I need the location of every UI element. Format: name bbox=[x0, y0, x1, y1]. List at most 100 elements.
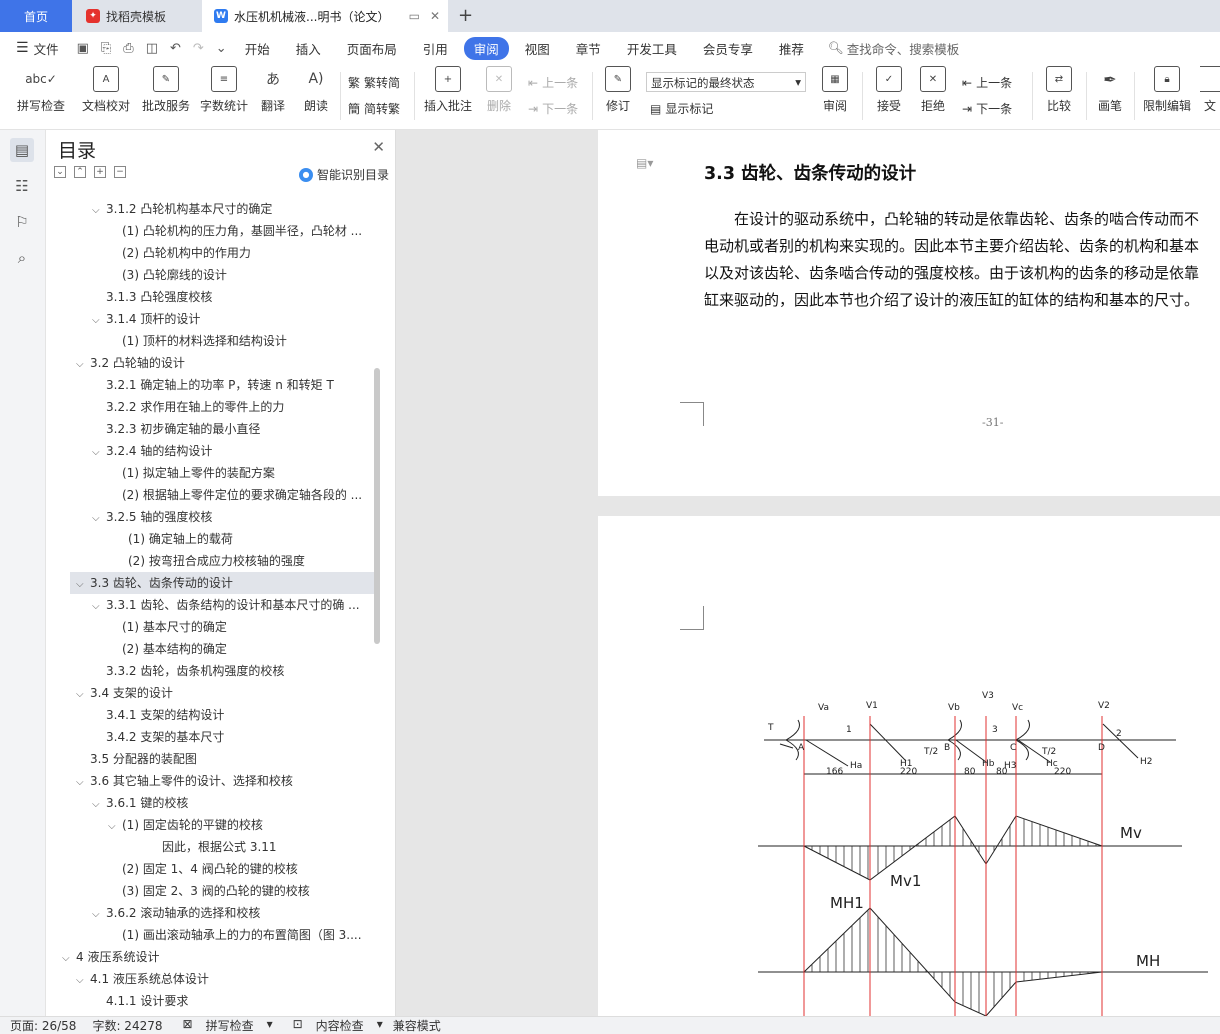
menu-member[interactable]: 会员专享 bbox=[703, 39, 753, 58]
bookmark-icon[interactable]: ⚐ bbox=[10, 210, 34, 234]
translate-button[interactable]: あ 翻译 bbox=[256, 64, 290, 126]
menu-insert[interactable]: 插入 bbox=[296, 39, 321, 58]
toc-item[interactable]: 3.2.3 初步确定轴的最小直径 bbox=[46, 418, 374, 440]
toc-item[interactable]: (3) 凸轮廓线的设计 bbox=[46, 264, 374, 286]
page-indicator[interactable]: 页面: 26/58 bbox=[10, 1017, 76, 1034]
menu-view[interactable]: 视图 bbox=[525, 39, 550, 58]
toc-item[interactable]: (3) 固定 2、3 阀的凸轮的键的校核 bbox=[46, 880, 374, 902]
chevron-down-icon[interactable]: ⌵ bbox=[76, 684, 90, 704]
toc-nav-icon[interactable]: ▤ bbox=[10, 138, 34, 162]
toc-item[interactable]: ⌵ 3.1.4 顶杆的设计 bbox=[46, 308, 374, 330]
page-options-icon[interactable]: ▤▾ bbox=[636, 156, 653, 170]
print-icon[interactable]: ⎙ bbox=[123, 41, 133, 56]
toc-item[interactable]: (2) 固定 1、4 阀凸轮的键的校核 bbox=[46, 858, 374, 880]
section-nav-icon[interactable]: ☷ bbox=[10, 174, 34, 198]
toc-item[interactable]: (1) 画出滚动轴承上的力的布置简图（图 3.... bbox=[46, 924, 374, 946]
menu-references[interactable]: 引用 bbox=[423, 39, 448, 58]
markup-state-select[interactable]: 显示标记的最终状态 ▾ bbox=[646, 72, 806, 92]
toc-item[interactable]: ⌵ 3.1.2 凸轮机构基本尺寸的确定 bbox=[46, 198, 374, 220]
menu-review[interactable]: 审阅 bbox=[463, 36, 509, 60]
document-more-button[interactable]: 文 bbox=[1200, 64, 1220, 126]
toc-item[interactable]: 因此，根据公式 3.11 bbox=[46, 836, 374, 858]
toc-item[interactable]: (1) 确定轴上的载荷 bbox=[46, 528, 374, 550]
export-icon[interactable]: ⎘ bbox=[101, 41, 111, 56]
chevron-down-icon[interactable]: ⌵ bbox=[76, 354, 90, 374]
chevron-down-icon[interactable]: ⌵ bbox=[92, 596, 106, 616]
toc-item[interactable]: 3.1.3 凸轮强度校核 bbox=[46, 286, 374, 308]
toc-item[interactable]: ⌵ 4.1 液压系统总体设计 bbox=[46, 968, 374, 990]
tab-document[interactable]: W 水压机机械液...明书（论文） ▭ ✕ bbox=[202, 0, 448, 32]
toc-item[interactable]: 3.3.2 齿轮，齿条机构强度的校核 bbox=[46, 660, 374, 682]
chevron-down-icon[interactable]: ⌵ bbox=[92, 904, 106, 924]
toc-item[interactable]: ⌵ 3.3 齿轮、齿条传动的设计 bbox=[70, 572, 374, 594]
toc-item[interactable]: (2) 基本结构的确定 bbox=[46, 638, 374, 660]
chevron-down-icon[interactable]: ⌵ bbox=[76, 574, 90, 594]
toc-item[interactable]: ⌵ 3.2.5 轴的强度校核 bbox=[46, 506, 374, 528]
doccheck-button[interactable]: A 文档校对 bbox=[80, 64, 132, 126]
toc-item[interactable]: (1) 凸轮机构的压力角，基圆半径，凸轮材 ... bbox=[46, 220, 374, 242]
restrict-edit-button[interactable]: 🔒︎ 限制编辑 bbox=[1140, 64, 1194, 126]
simp-to-trad-button[interactable]: 簡简转繁 bbox=[348, 100, 400, 117]
toc-item[interactable]: (1) 顶杆的材料选择和结构设计 bbox=[46, 330, 374, 352]
smart-toc-button[interactable]: ● 智能识别目录 bbox=[298, 166, 389, 183]
save-icon[interactable]: ▣ bbox=[77, 41, 89, 56]
toc-item[interactable]: 3.2.1 确定轴上的功率 P，转速 n 和转矩 T bbox=[46, 374, 374, 396]
expand-up-icon[interactable]: ⌃ bbox=[74, 166, 86, 178]
compare-button[interactable]: ⇄ 比较 bbox=[1040, 64, 1078, 126]
chevron-down-icon[interactable]: ⌵ bbox=[92, 508, 106, 528]
insert-comment-button[interactable]: + 插入批注 bbox=[422, 64, 474, 126]
redo-icon[interactable]: ↷ bbox=[193, 41, 204, 56]
chevron-down-icon[interactable]: ⌵ bbox=[76, 970, 90, 990]
show-marks-button[interactable]: ▤ 显示标记 bbox=[650, 100, 713, 117]
word-count[interactable]: 字数: 24278 bbox=[92, 1017, 162, 1034]
remove-heading-icon[interactable]: − bbox=[114, 166, 126, 178]
tab-pin-icon[interactable]: ▭ bbox=[409, 9, 420, 23]
preview-icon[interactable]: ◫ bbox=[146, 41, 158, 56]
toc-item[interactable]: ⌵ (1) 固定齿轮的平键的校核 bbox=[46, 814, 374, 836]
prev-change-button[interactable]: ⇤ 上一条 bbox=[962, 74, 1012, 91]
prev-comment-button[interactable]: ⇤ 上一条 bbox=[528, 74, 578, 91]
undo-icon[interactable]: ↶ bbox=[170, 41, 181, 56]
reject-button[interactable]: ✕ 拒绝 bbox=[914, 64, 952, 126]
toc-item[interactable]: (2) 按弯扭合成应力校核轴的强度 bbox=[46, 550, 374, 572]
toc-item[interactable]: ⌵ 3.4 支架的设计 bbox=[46, 682, 374, 704]
new-tab-button[interactable]: + bbox=[458, 5, 473, 26]
accept-button[interactable]: ✓ 接受 bbox=[870, 64, 908, 126]
close-icon[interactable]: ✕ bbox=[372, 138, 385, 156]
toc-item[interactable]: ⌵ 3.6.2 滚动轴承的选择和校核 bbox=[46, 902, 374, 924]
collapse-all-icon[interactable]: ⌄ bbox=[54, 166, 66, 178]
menu-start[interactable]: 开始 bbox=[245, 39, 270, 58]
search-command[interactable]: 🔍︎ 查找命令、搜索模板 bbox=[828, 39, 959, 58]
menu-devtools[interactable]: 开发工具 bbox=[627, 39, 677, 58]
toc-scrollbar[interactable] bbox=[374, 368, 380, 644]
pen-button[interactable]: ✒ 画笔 bbox=[1094, 64, 1126, 126]
chevron-down-icon[interactable]: ⌵ bbox=[108, 816, 122, 836]
tab-daoke[interactable]: ✦ 找稻壳模板 bbox=[72, 0, 202, 32]
trad-to-simp-button[interactable]: 繁繁转简 bbox=[348, 74, 400, 91]
read-aloud-button[interactable]: A) 朗读 bbox=[300, 64, 332, 126]
toc-item[interactable]: ⌵ 3.2.4 轴的结构设计 bbox=[46, 440, 374, 462]
toc-item[interactable]: 3.5 分配器的装配图 bbox=[46, 748, 374, 770]
more-icon[interactable]: ⌄ bbox=[216, 41, 227, 56]
wordcount-button[interactable]: ≡ 字数统计 bbox=[198, 64, 250, 126]
content-check-status[interactable]: ⊡ 内容检查 ▾ bbox=[283, 1017, 383, 1034]
toc-item[interactable]: (2) 凸轮机构中的作用力 bbox=[46, 242, 374, 264]
chevron-down-icon[interactable]: ⌵ bbox=[92, 200, 106, 220]
close-icon[interactable]: ✕ bbox=[430, 9, 440, 23]
chevron-down-icon[interactable]: ⌵ bbox=[92, 442, 106, 462]
chevron-down-icon[interactable]: ⌵ bbox=[92, 310, 106, 330]
chevron-down-icon[interactable]: ⌵ bbox=[62, 948, 76, 968]
toc-item[interactable]: ⌵ 3.6 其它轴上零件的设计、选择和校核 bbox=[46, 770, 374, 792]
review-pane-button[interactable]: ▦ 审阅 bbox=[816, 64, 854, 126]
menu-layout[interactable]: 页面布局 bbox=[347, 39, 397, 58]
delete-comment-button[interactable]: ✕ 删除 bbox=[480, 64, 518, 126]
toc-item[interactable]: (2) 根据轴上零件定位的要求确定轴各段的 ... bbox=[46, 484, 374, 506]
toc-item[interactable]: ⌵ 4 液压系统设计 bbox=[46, 946, 374, 968]
toc-item[interactable]: (1) 拟定轴上零件的装配方案 bbox=[46, 462, 374, 484]
menu-chapter[interactable]: 章节 bbox=[576, 39, 601, 58]
chevron-down-icon[interactable]: ⌵ bbox=[92, 794, 106, 814]
toc-item[interactable]: ⌵ 3.6.1 键的校核 bbox=[46, 792, 374, 814]
menu-recommend[interactable]: 推荐 bbox=[779, 39, 804, 58]
toc-item[interactable]: 3.2.2 求作用在轴上的零件上的力 bbox=[46, 396, 374, 418]
toc-item[interactable]: ⌵ 3.3.1 齿轮、齿条结构的设计和基本尺寸的确 ... bbox=[46, 594, 374, 616]
